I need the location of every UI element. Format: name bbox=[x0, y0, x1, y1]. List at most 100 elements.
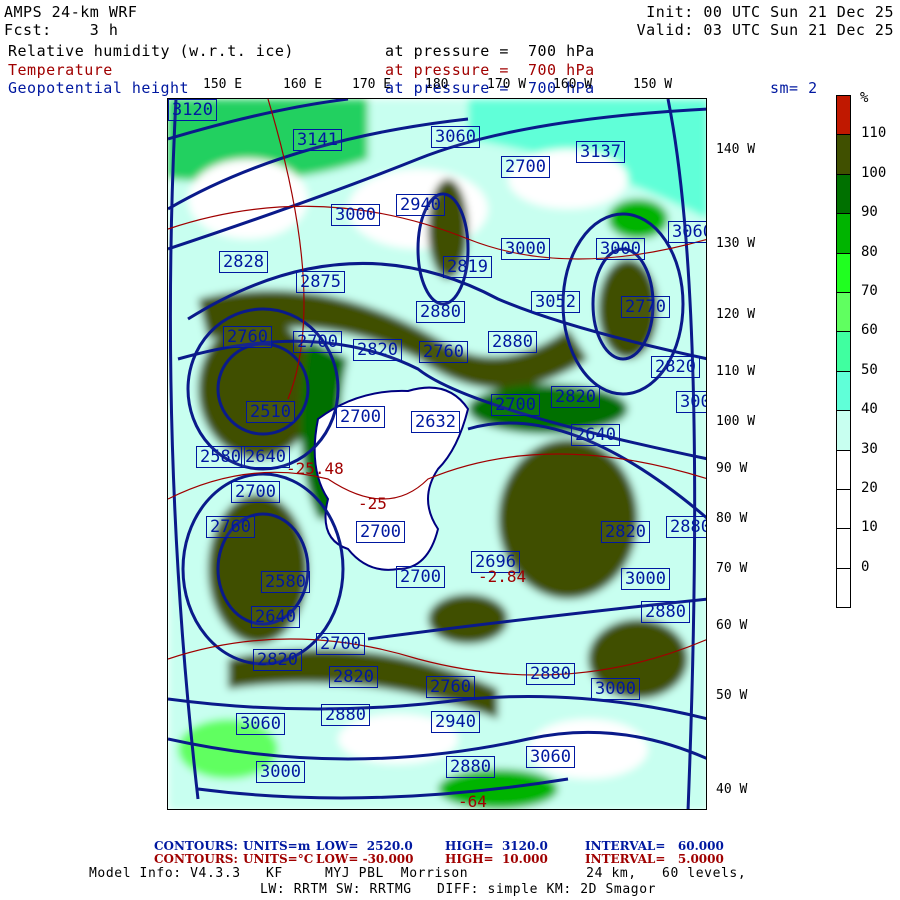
lon-label: 70 W bbox=[716, 561, 748, 576]
colorbar-label: 70 bbox=[861, 283, 878, 299]
height-contour-label: 3052 bbox=[531, 291, 580, 313]
height-contour-label: 2640 bbox=[251, 606, 300, 628]
valid-time: Valid: 03 UTC Sun 21 Dec 25 bbox=[636, 21, 894, 39]
height-contour-label: 2580 bbox=[196, 446, 245, 468]
height-contour-label: 3060 bbox=[431, 126, 480, 148]
colorbar-unit: % bbox=[860, 90, 869, 106]
init-time: Init: 00 UTC Sun 21 Dec 25 bbox=[646, 3, 894, 21]
lon-label: 50 W bbox=[716, 688, 748, 703]
height-contour-label: 2875 bbox=[296, 271, 345, 293]
height-contour-label: 2880 bbox=[321, 704, 370, 726]
colorbar-label: 100 bbox=[861, 164, 887, 181]
height-contour-label: 2880 bbox=[446, 756, 495, 778]
lon-label: 170 E bbox=[352, 77, 392, 92]
height-contour-label: 2760 bbox=[426, 676, 475, 698]
colorbar-label: 90 bbox=[861, 204, 878, 221]
colorbar-swatch bbox=[836, 134, 851, 175]
weather-map[interactable]: 3141 3060 3137 2700 3000 2940 2828 2875 2819 3000… bbox=[167, 98, 707, 810]
height-contour-label: 2580 bbox=[261, 571, 310, 593]
height-contour-label: 2760 bbox=[206, 516, 255, 538]
lon-label: 150 W bbox=[633, 77, 673, 92]
height-contour-label: 2820 bbox=[329, 666, 378, 688]
height-contour-label: 2760 bbox=[419, 341, 468, 363]
lon-label: 170 W bbox=[487, 77, 527, 92]
lon-label: 80 W bbox=[716, 511, 748, 526]
colorbar-label: 40 bbox=[861, 401, 878, 418]
smoothing-label: sm= 2 bbox=[770, 79, 818, 97]
temperature-contour-label: -2.84 bbox=[478, 567, 527, 586]
temperature-contour-label: -64 bbox=[458, 792, 487, 810]
height-contour-label: 2700 bbox=[501, 156, 550, 178]
field-temp-name: Temperature bbox=[8, 61, 113, 79]
height-contour-label: 3000 bbox=[591, 678, 640, 700]
colorbar-label: 20 bbox=[861, 480, 878, 496]
colorbar-label: 10 bbox=[861, 519, 878, 536]
height-contour-label: 2700 bbox=[336, 406, 385, 428]
lon-label: 150 E bbox=[203, 77, 243, 92]
height-contour-label: 2760 bbox=[223, 326, 272, 348]
lon-label: 90 W bbox=[716, 461, 748, 476]
height-contour-label: 2820 bbox=[353, 339, 402, 361]
lon-label: 60 W bbox=[716, 618, 748, 633]
temperature-contour-label: -25.48 bbox=[286, 459, 344, 478]
field-rh-level: at pressure = 700 hPa bbox=[385, 42, 595, 60]
height-contour-label: 3000 bbox=[596, 238, 645, 260]
height-contour-label: 2700 bbox=[293, 331, 342, 353]
height-contour-label: 2820 bbox=[651, 356, 700, 378]
colorbar-label: 0 bbox=[861, 558, 870, 575]
colorbar-label: 50 bbox=[861, 361, 878, 378]
height-contour-label: 2820 bbox=[601, 521, 650, 543]
height-contour-label: 3000 bbox=[331, 204, 380, 226]
colorbar-label: 110 bbox=[861, 125, 887, 142]
lon-label: 120 W bbox=[716, 307, 756, 322]
height-contour-label: 2700 bbox=[396, 566, 445, 588]
height-contour-label: 2880 bbox=[416, 301, 465, 323]
colorbar-label: 60 bbox=[861, 322, 878, 339]
height-contour-label: 2880 bbox=[488, 331, 537, 353]
lon-label: 110 W bbox=[716, 364, 756, 379]
height-contour-label: 3120 bbox=[168, 99, 217, 121]
height-contour-label: 2632 bbox=[411, 411, 460, 433]
colorbar-swatch bbox=[836, 567, 851, 609]
model-info-line-1: Model Info: V4.3.3 KF MYJ PBL Morrison 2… bbox=[89, 866, 747, 881]
colorbar-swatch bbox=[836, 528, 851, 569]
model-title: AMPS 24-km WRF bbox=[4, 3, 138, 21]
lon-label: 100 W bbox=[716, 414, 756, 429]
colorbar-swatch bbox=[836, 213, 851, 254]
lon-label: 130 W bbox=[716, 236, 756, 251]
field-height-name: Geopotential height bbox=[8, 79, 190, 97]
height-contour-label: 2510 bbox=[246, 401, 295, 423]
height-contour-label: 3000 bbox=[256, 761, 305, 783]
field-rh-name: Relative humidity (w.r.t. ice) bbox=[8, 42, 294, 60]
colorbar-label: 80 bbox=[861, 243, 878, 260]
lon-label: 160 W bbox=[553, 77, 593, 92]
lon-label: 180 bbox=[425, 77, 449, 92]
colorbar-swatch bbox=[836, 252, 851, 293]
height-contour-label: 3060 bbox=[668, 221, 706, 243]
colorbar-swatch bbox=[836, 449, 851, 490]
height-contour-label: 3060 bbox=[526, 746, 575, 768]
colorbar-swatch bbox=[836, 489, 851, 530]
height-contour-label: 2770 bbox=[621, 296, 670, 318]
height-contour-label: 2700 bbox=[491, 394, 540, 416]
height-contour-label: 3060 bbox=[236, 713, 285, 735]
height-contour-label: 3000 bbox=[621, 568, 670, 590]
height-contour-label: 2940 bbox=[396, 194, 445, 216]
lon-label: 140 W bbox=[716, 142, 756, 157]
height-contour-label: 2819 bbox=[443, 256, 492, 278]
colorbar-swatch bbox=[836, 410, 851, 451]
height-contour-label: 2640 bbox=[571, 424, 620, 446]
height-contour-label: 3141 bbox=[293, 129, 342, 151]
height-contour-label: 2700 bbox=[316, 633, 365, 655]
lon-label: 160 E bbox=[283, 77, 323, 92]
forecast-hour: Fcst: 3 h bbox=[4, 21, 119, 39]
height-contour-label: 3000 bbox=[676, 391, 706, 413]
colorbar-swatch bbox=[836, 173, 851, 215]
height-contour-label: 2820 bbox=[253, 649, 302, 671]
height-contour-label: 2828 bbox=[219, 251, 268, 273]
model-info-line-2: LW: RRTM SW: RRTMG DIFF: simple KM: 2D S… bbox=[260, 882, 657, 897]
height-contour-label: 2820 bbox=[551, 386, 600, 408]
height-contour-label: 2700 bbox=[231, 481, 280, 503]
height-contour-label: 2880 bbox=[666, 516, 706, 538]
colorbar-label: 30 bbox=[861, 440, 878, 457]
